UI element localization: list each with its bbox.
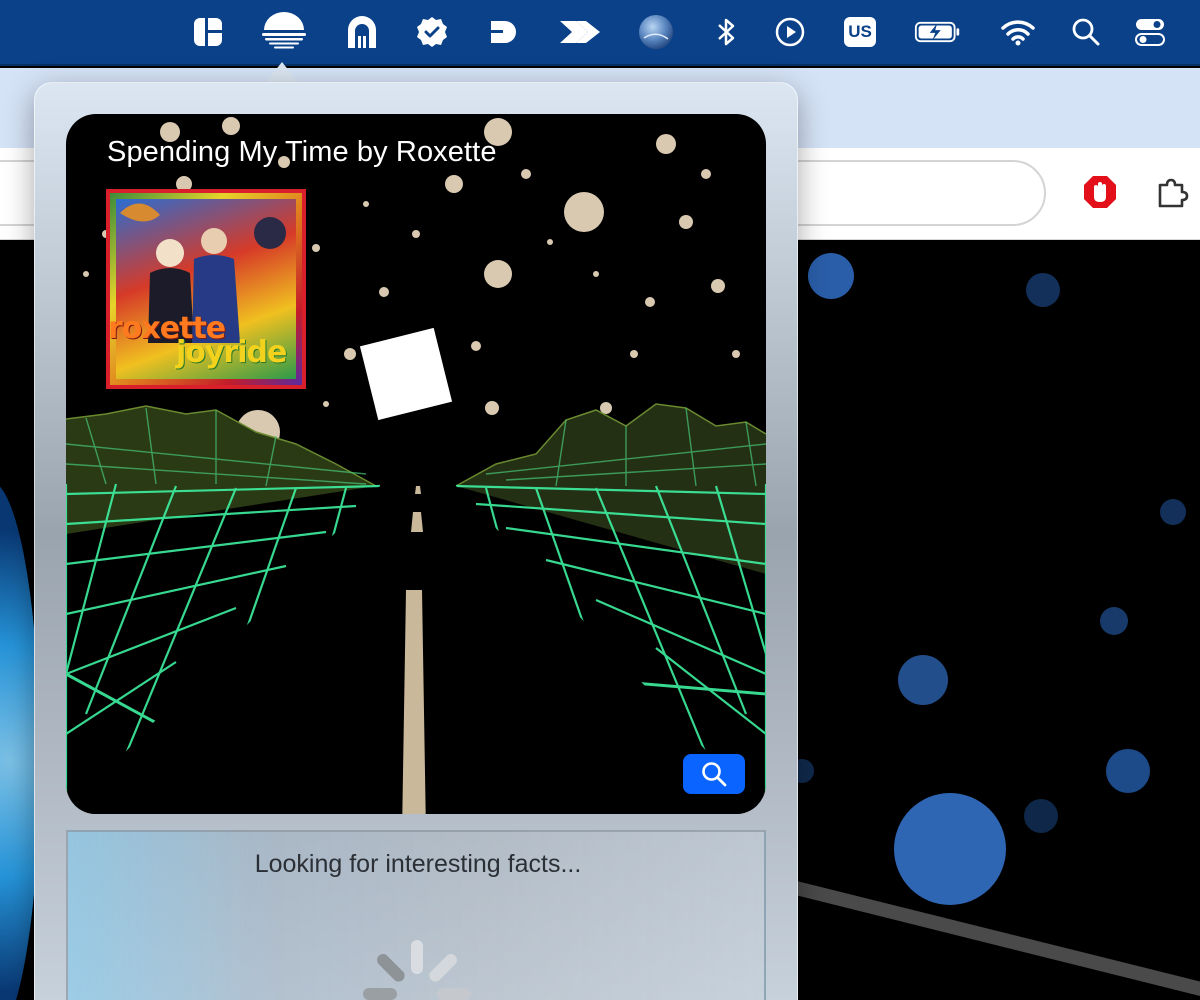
sunset-icon[interactable]: [260, 8, 308, 56]
facts-status-text: Looking for interesting facts...: [254, 850, 582, 878]
bg-dot: [1100, 607, 1128, 635]
bluetooth-icon[interactable]: [702, 8, 750, 56]
input-source-label: US: [848, 22, 872, 41]
bg-dot: [808, 253, 854, 299]
album-title-text: joyride: [176, 335, 287, 370]
adblock-icon[interactable]: [1080, 172, 1120, 212]
track-title: Spending My Time by Roxette: [107, 136, 497, 168]
globe-icon[interactable]: [632, 8, 680, 56]
bg-dot: [1160, 499, 1186, 525]
double-arrow-icon[interactable]: [556, 8, 604, 56]
popover-arrow: [266, 62, 298, 82]
arch-icon[interactable]: [338, 8, 386, 56]
facts-panel: Looking for interesting facts...: [66, 830, 766, 1000]
bg-road-line: [794, 881, 1200, 1000]
extensions-puzzle-icon[interactable]: [1152, 172, 1192, 212]
play-circle-icon[interactable]: [766, 8, 814, 56]
bg-dot: [1024, 799, 1058, 833]
bg-dot: [894, 793, 1006, 905]
search-icon: [702, 762, 727, 787]
wifi-icon[interactable]: [994, 8, 1042, 56]
loading-spinner-icon: [363, 940, 471, 1000]
bg-dot: [1026, 273, 1060, 307]
battery-charging-icon[interactable]: [914, 8, 962, 56]
menu-bar: US: [0, 0, 1200, 66]
search-icon[interactable]: [1062, 8, 1110, 56]
check-badge-icon[interactable]: [408, 8, 456, 56]
letter-d-icon[interactable]: [480, 8, 528, 56]
grid-layout-icon[interactable]: [184, 8, 232, 56]
album-art: roxette joyride: [106, 189, 306, 389]
floating-cube: [359, 327, 453, 421]
music-visualizer: Spending My Time by Roxette roxette joyr…: [66, 114, 766, 814]
bg-dot: [898, 655, 948, 705]
lookup-search-button[interactable]: [683, 754, 745, 794]
bg-dot: [1106, 749, 1150, 793]
control-center-icon[interactable]: [1126, 8, 1174, 56]
keyboard-layout-icon[interactable]: US: [836, 8, 884, 56]
